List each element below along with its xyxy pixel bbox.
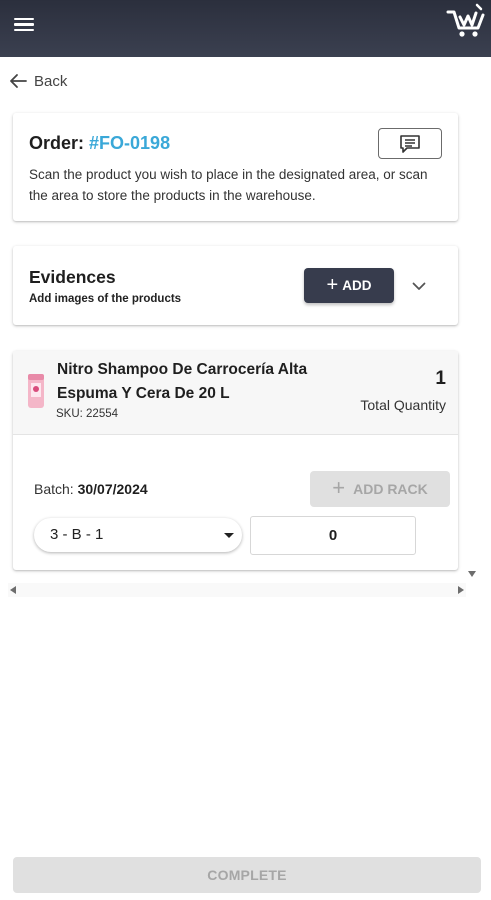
evidences-title: Evidences: [29, 267, 116, 287]
shopping-cart-logo-icon[interactable]: [445, 3, 485, 39]
back-button[interactable]: Back: [9, 70, 67, 92]
add-rack-button[interactable]: + ADD RACK: [310, 471, 450, 507]
order-card: Order: #FO-0198 Scan the product you wis…: [13, 113, 458, 221]
comment-icon: [400, 134, 420, 153]
add-evidence-button[interactable]: + ADD: [304, 268, 394, 303]
batch-value: 30/07/2024: [77, 481, 148, 497]
comments-button[interactable]: [378, 128, 442, 159]
batch-label: Batch:: [34, 481, 74, 497]
rack-selected-value: 3 - B - 1: [50, 526, 104, 543]
total-quantity-label: Total Quantity: [360, 397, 446, 413]
rack-quantity-input[interactable]: [250, 516, 416, 555]
scroll-down-arrow-icon[interactable]: [468, 571, 476, 577]
order-number: #FO-0198: [89, 133, 171, 153]
add-evidence-label: ADD: [342, 278, 372, 293]
product-card: Nitro Shampoo De Carrocería Alta Espuma …: [13, 351, 458, 570]
product-header: Nitro Shampoo De Carrocería Alta Espuma …: [13, 351, 458, 435]
arrow-left-icon: [10, 74, 27, 88]
evidences-subtitle: Add images of the products: [29, 293, 182, 305]
rack-select[interactable]: 3 - B - 1: [34, 518, 242, 552]
plus-icon: +: [326, 273, 339, 296]
order-instructions: Scan the product you wish to place in th…: [29, 167, 428, 203]
back-label: Back: [34, 72, 68, 90]
order-title: Order: #FO-0198: [29, 133, 170, 154]
hamburger-menu-icon[interactable]: [14, 15, 36, 33]
plus-icon: +: [332, 475, 346, 500]
batch-info: Batch: 30/07/2024: [34, 481, 148, 497]
scroll-right-arrow-icon[interactable]: [458, 586, 464, 594]
dropdown-arrow-icon: [224, 533, 234, 538]
expand-evidences-button[interactable]: [408, 275, 430, 297]
app-header: [0, 0, 491, 57]
chevron-down-icon: [412, 282, 426, 290]
product-name: Nitro Shampoo De Carrocería Alta Espuma …: [57, 361, 308, 402]
complete-button[interactable]: COMPLETE: [13, 857, 481, 893]
order-title-label: Order:: [29, 133, 85, 153]
evidences-card: Evidences Add images of the products + A…: [13, 246, 458, 325]
product-sku: SKU: 22554: [56, 408, 119, 420]
complete-label: COMPLETE: [207, 867, 287, 883]
add-rack-label: ADD RACK: [353, 481, 428, 497]
product-image: [28, 374, 44, 408]
scroll-left-arrow-icon[interactable]: [10, 586, 16, 594]
total-quantity-value: 1: [435, 368, 446, 389]
horizontal-scrollbar[interactable]: [8, 583, 466, 597]
